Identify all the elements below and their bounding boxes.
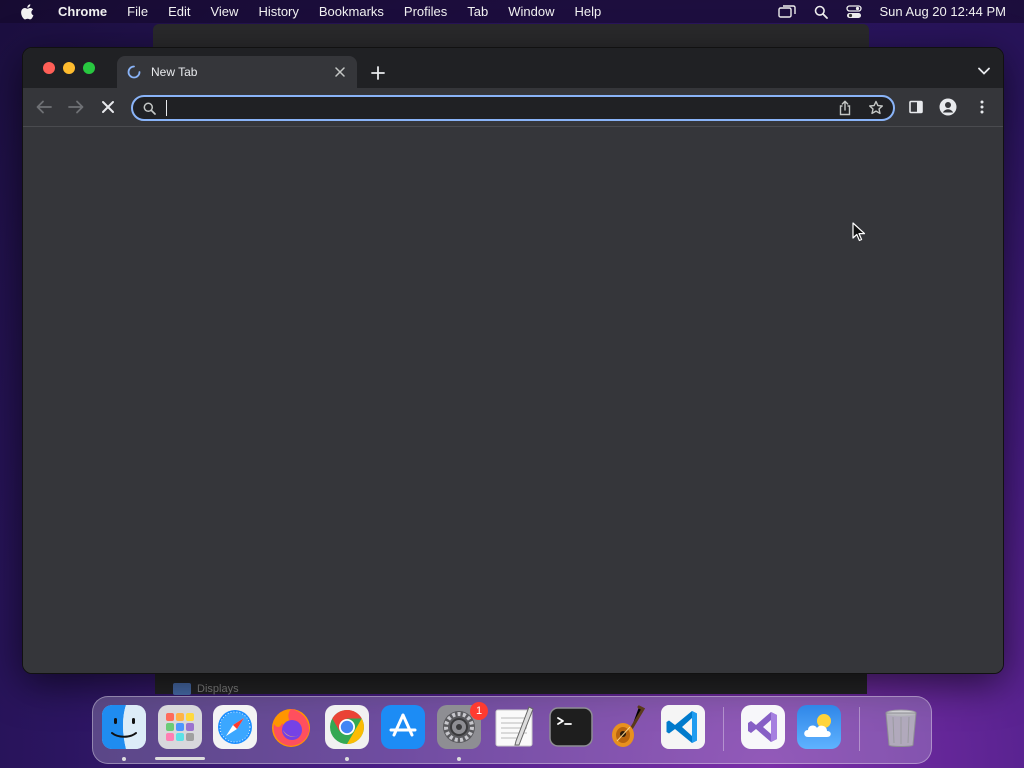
background-window-titlebar (153, 24, 869, 48)
stop-loading-button[interactable] (99, 98, 117, 116)
menu-view[interactable]: View (200, 4, 248, 19)
chrome-window: New Tab (22, 47, 1004, 674)
menu-app-name[interactable]: Chrome (48, 4, 117, 19)
bookmark-star-icon[interactable] (867, 99, 885, 117)
menu-bar-extras: Sun Aug 20 12:44 PM (777, 0, 1006, 23)
kebab-menu-icon[interactable] (973, 98, 991, 116)
address-input[interactable] (163, 99, 807, 119)
control-center-icon[interactable] (845, 4, 862, 19)
displays-icon (173, 683, 191, 695)
app-store-icon[interactable] (381, 705, 425, 749)
menu-history[interactable]: History (248, 4, 308, 19)
browser-toolbar (23, 88, 1003, 127)
apple-icon[interactable] (19, 3, 35, 20)
background-window-bottom: Displays (155, 672, 867, 695)
menu-bookmarks[interactable]: Bookmarks (309, 4, 394, 19)
spotlight-icon[interactable] (814, 5, 828, 19)
system-settings-running-indicator (457, 757, 461, 761)
menu-file[interactable]: File (117, 4, 158, 19)
background-window-label: Displays (197, 683, 239, 695)
terminal-icon[interactable] (549, 705, 593, 749)
screen-mirroring-icon[interactable] (777, 4, 796, 19)
menu-profiles[interactable]: Profiles (394, 4, 457, 19)
vscode-icon[interactable] (661, 705, 705, 749)
menu-bar-clock[interactable]: Sun Aug 20 12:44 PM (880, 4, 1006, 19)
menu-bar: Chrome File Edit View History Bookmarks … (0, 0, 1024, 23)
tab-title: New Tab (151, 65, 198, 79)
garageband-icon[interactable] (605, 705, 649, 749)
menu-window[interactable]: Window (498, 4, 564, 19)
launchpad-icon[interactable] (158, 705, 202, 749)
page-content[interactable] (23, 127, 1003, 673)
text-caret (166, 100, 167, 116)
new-tab-button[interactable] (369, 64, 387, 82)
window-maximize-button[interactable] (83, 62, 95, 74)
launchpad-indicator-bar (155, 757, 205, 760)
dock-separator (723, 707, 724, 751)
search-icon (141, 100, 157, 116)
finder-running-indicator (122, 757, 126, 761)
safari-icon[interactable] (213, 705, 257, 749)
profile-avatar-icon[interactable] (939, 98, 957, 116)
back-button[interactable] (35, 98, 53, 116)
weather-icon[interactable] (797, 705, 841, 749)
forward-button[interactable] (67, 98, 85, 116)
tab-new-tab[interactable]: New Tab (117, 56, 357, 88)
finder-icon[interactable] (102, 705, 146, 749)
dock-separator-trash (859, 707, 860, 751)
chrome-icon[interactable] (325, 705, 369, 749)
textedit-icon[interactable] (493, 705, 537, 749)
system-settings-badge: 1 (470, 702, 488, 720)
tab-close-icon[interactable] (333, 65, 347, 79)
menu-tab[interactable]: Tab (457, 4, 498, 19)
window-minimize-button[interactable] (63, 62, 75, 74)
menu-edit[interactable]: Edit (158, 4, 200, 19)
trash-icon[interactable] (879, 705, 923, 749)
menu-help[interactable]: Help (565, 4, 612, 19)
share-icon[interactable] (837, 100, 853, 116)
tab-strip: New Tab (23, 48, 1003, 88)
tab-search-chevron-icon[interactable] (977, 66, 991, 76)
mouse-cursor-icon (852, 222, 866, 242)
visual-studio-icon[interactable] (741, 705, 785, 749)
dock: 1 (92, 696, 932, 764)
loading-spinner-icon (127, 65, 141, 79)
address-bar[interactable] (131, 95, 895, 121)
side-panel-icon[interactable] (907, 98, 925, 116)
chrome-running-indicator (345, 757, 349, 761)
window-close-button[interactable] (43, 62, 55, 74)
firefox-icon[interactable] (269, 705, 313, 749)
